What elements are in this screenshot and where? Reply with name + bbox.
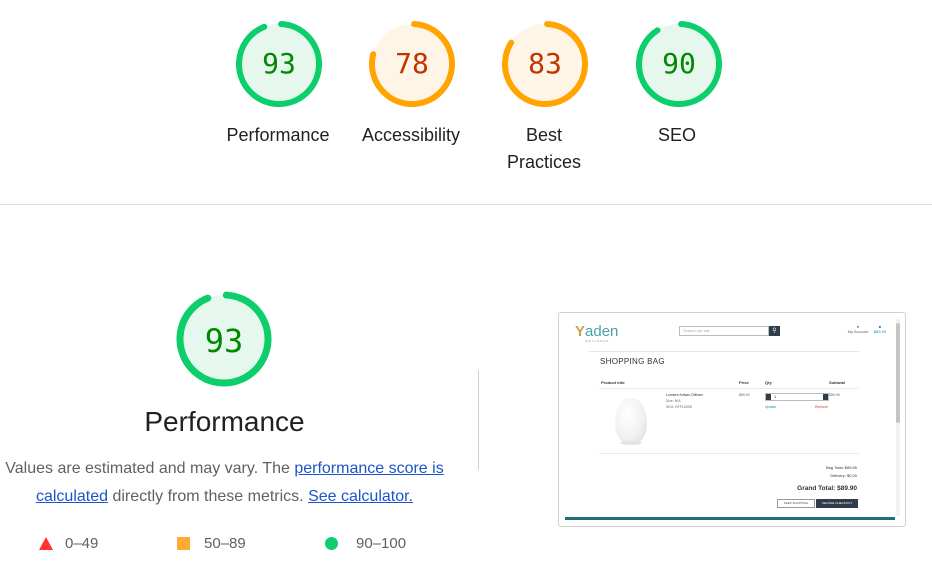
score-legend: 0–49 50–89 90–100 bbox=[0, 535, 480, 557]
performance-detail-gauge: 93 bbox=[174, 289, 274, 389]
site-logo: Yaden bbox=[575, 323, 619, 340]
update-link: Update bbox=[765, 405, 777, 409]
line-subtotal: $89.90 bbox=[829, 393, 840, 397]
remove-link: Remove bbox=[815, 405, 829, 409]
table-bottom-divider bbox=[599, 453, 859, 454]
gauge-label-line1: Best bbox=[525, 125, 563, 145]
account-label: My Account bbox=[847, 329, 869, 334]
shopping-bag-title: SHOPPING BAG bbox=[600, 357, 665, 366]
bag-total: Bag Total: $89.90 bbox=[825, 465, 857, 470]
gauge-label-2[interactable]: Accessibility bbox=[351, 122, 471, 149]
gauge-label-3[interactable]: Best Practices bbox=[484, 122, 604, 176]
gauge-label-1[interactable]: Performance bbox=[218, 122, 338, 149]
quantity-value: 1 bbox=[774, 394, 777, 399]
gauge-score: 83 bbox=[528, 47, 562, 80]
gauge-label-line2: Practices bbox=[506, 152, 582, 172]
gauge-label-line1: Accessibility bbox=[361, 125, 461, 145]
final-screenshot-thumbnail[interactable]: Yaden WELLNESS Search our site ⚲ ● My Ac… bbox=[558, 312, 906, 527]
legend-average-range: 50–89 bbox=[204, 535, 246, 552]
gauge-score: 93 bbox=[262, 47, 296, 80]
legend-fail-range: 0–49 bbox=[65, 535, 99, 552]
delivery-total: Delivery: $0.00 bbox=[830, 473, 857, 478]
bag-amount: $89.90 bbox=[873, 329, 887, 334]
gauge-label-4[interactable]: SEO bbox=[617, 122, 737, 149]
legend-pass-range: 90–100 bbox=[356, 535, 407, 552]
table-divider bbox=[599, 388, 859, 389]
legend-pass: 90–100 bbox=[325, 535, 406, 552]
gauge-3[interactable]: 83 bbox=[500, 19, 590, 109]
description-text: Values are estimated and may vary. The bbox=[5, 460, 295, 477]
description-text-middle: directly from these metrics. bbox=[108, 488, 309, 505]
gauge-label-line1: SEO bbox=[657, 125, 696, 145]
performance-title: Performance bbox=[144, 406, 305, 437]
gauge-1[interactable]: 93 bbox=[234, 19, 324, 109]
plus-icon bbox=[823, 394, 828, 400]
performance-detail-score: 93 bbox=[204, 322, 244, 360]
legend-average: 50–89 bbox=[177, 535, 246, 552]
account-link: ● My Account bbox=[845, 324, 871, 334]
column-product: Product Info bbox=[601, 380, 625, 385]
vertical-divider bbox=[478, 370, 479, 470]
product-name: Lumiere Artisan Diffuser bbox=[666, 393, 704, 397]
product-price: $89.90 bbox=[739, 393, 750, 397]
quantity-stepper: 1 bbox=[765, 393, 829, 401]
see-calculator-link[interactable]: See calculator. bbox=[308, 488, 413, 505]
section-divider bbox=[0, 204, 932, 205]
gauge-score: 78 bbox=[395, 47, 429, 80]
product-image bbox=[615, 398, 647, 444]
product-image-shadow bbox=[620, 441, 642, 445]
site-search-input: Search our site bbox=[679, 326, 769, 336]
gauge-label-line1: Performance bbox=[226, 125, 330, 145]
search-icon: ⚲ bbox=[769, 326, 780, 336]
keep-shopping-button: KEEP SHOPPING bbox=[777, 499, 815, 508]
square-icon bbox=[177, 537, 190, 550]
secure-checkout-button: SECURE CHECKOUT bbox=[816, 499, 858, 508]
triangle-icon bbox=[39, 537, 53, 550]
thumbnail-scrollbar bbox=[896, 319, 900, 516]
circle-icon bbox=[325, 537, 338, 550]
footer-bar bbox=[565, 517, 895, 520]
legend-fail: 0–49 bbox=[39, 535, 98, 552]
gauge-4[interactable]: 90 bbox=[634, 19, 724, 109]
product-sku: SKU: DFFL0008 bbox=[666, 405, 692, 409]
scrollbar-thumb bbox=[896, 323, 900, 423]
bag-link: ■ $89.90 bbox=[873, 324, 887, 334]
gauge-2[interactable]: 78 bbox=[367, 19, 457, 109]
column-qty: Qty bbox=[765, 380, 772, 385]
product-size: Size: N/A bbox=[666, 399, 681, 403]
minus-icon bbox=[766, 394, 771, 400]
performance-description: Values are estimated and may vary. The p… bbox=[0, 455, 449, 511]
gauge-score: 90 bbox=[662, 47, 696, 80]
column-subtotal: Subtotal bbox=[829, 380, 845, 385]
column-price: Price bbox=[739, 380, 749, 385]
header-divider bbox=[589, 351, 859, 352]
site-logo-subtitle: WELLNESS bbox=[585, 339, 610, 343]
grand-total: Grand Total: $89.90 bbox=[797, 485, 857, 492]
